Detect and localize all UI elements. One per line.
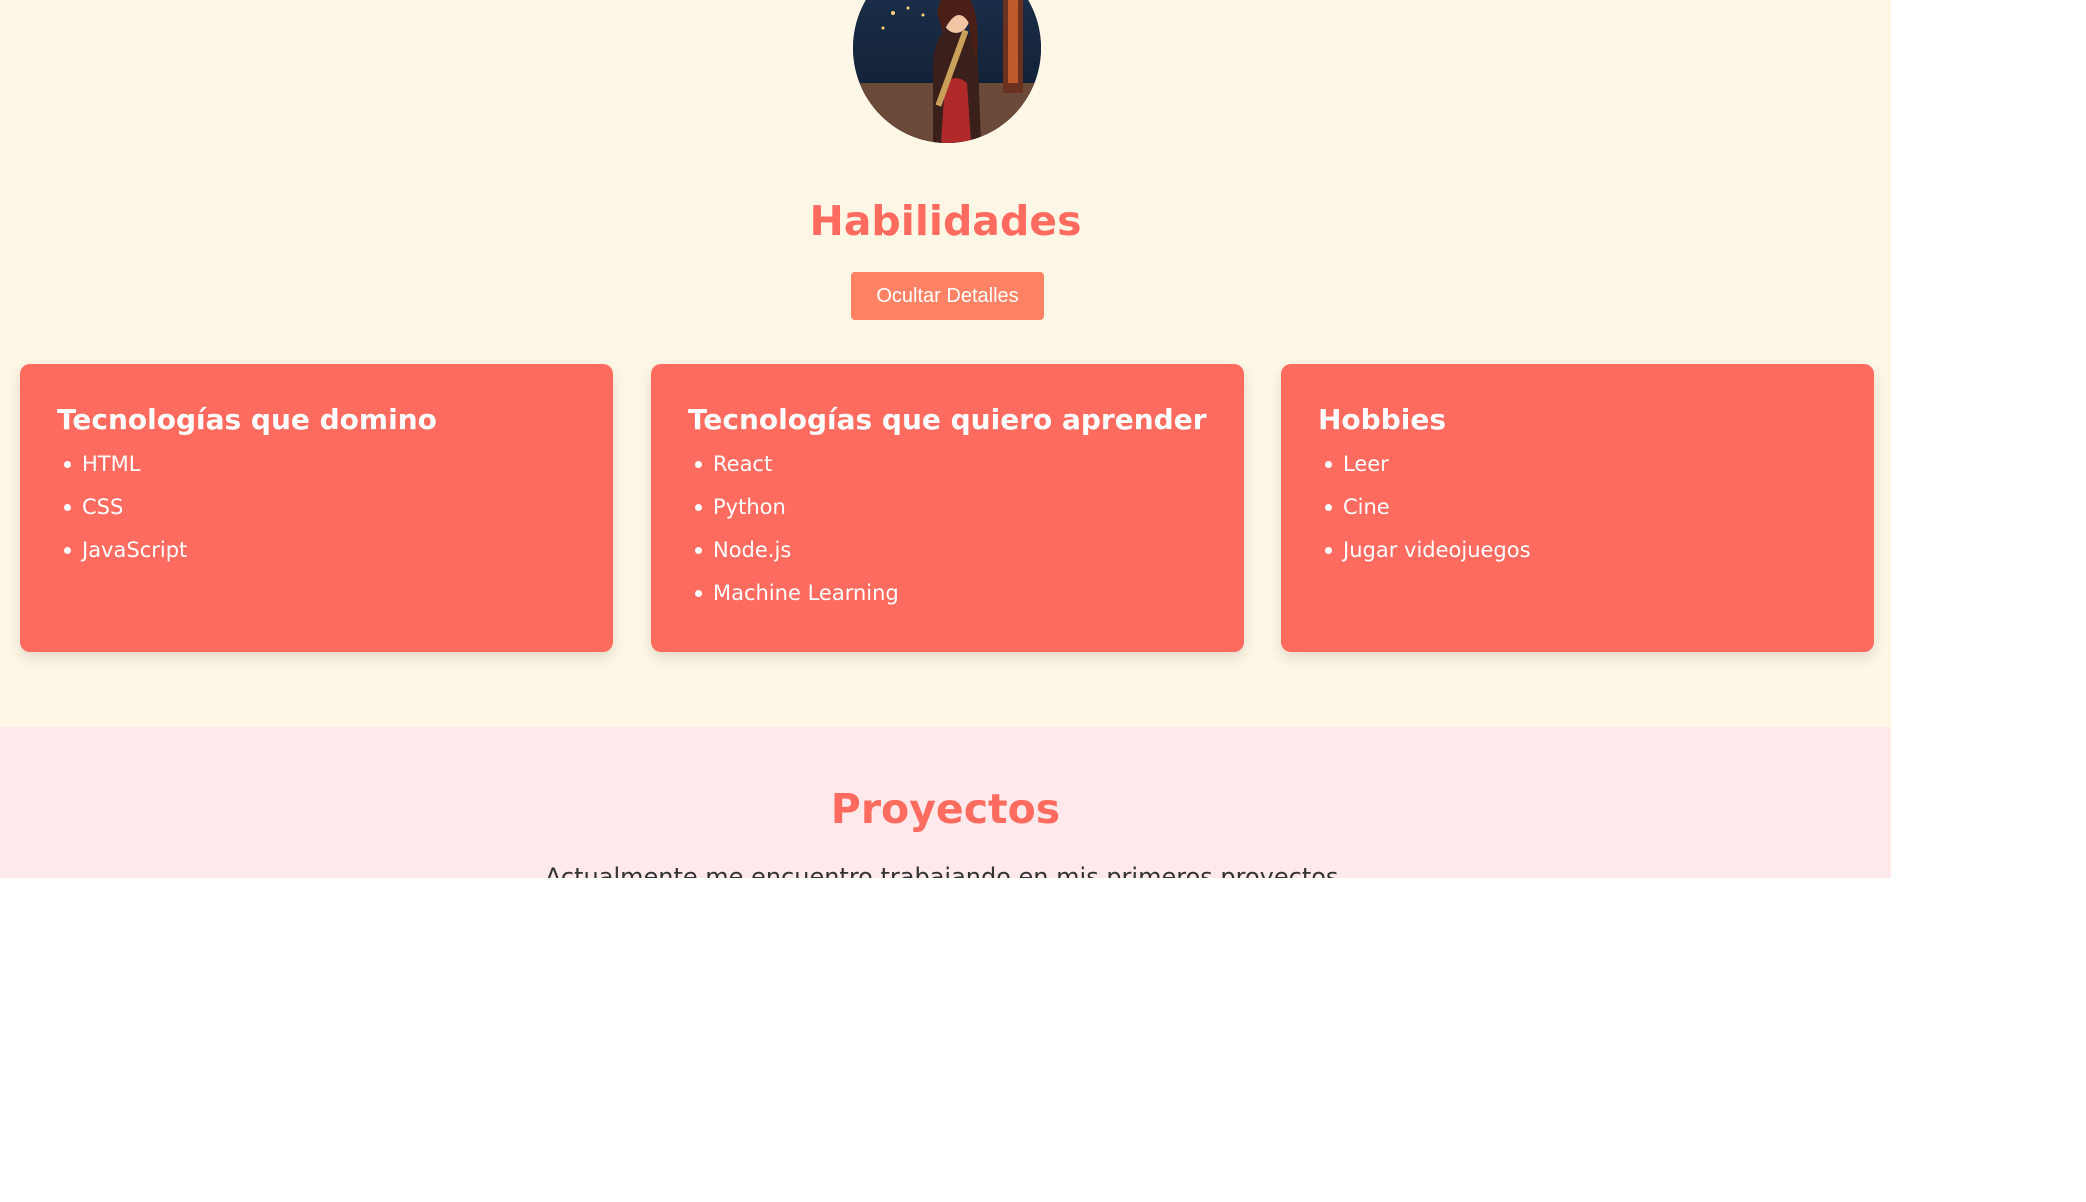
profile-avatar xyxy=(853,0,1041,143)
list-item: Cine xyxy=(1325,486,1837,529)
projects-section: Proyectos Actualmente me encuentro traba… xyxy=(0,727,1891,878)
skills-section: Habilidades Ocultar Detalles Tecnologías… xyxy=(0,0,1891,727)
avatar-illustration xyxy=(853,0,1041,143)
card-list: Leer Cine Jugar videojuegos xyxy=(1318,443,1837,572)
list-item: HTML xyxy=(64,443,576,486)
card-title: Tecnologías que quiero aprender xyxy=(688,403,1207,436)
projects-title: Proyectos xyxy=(830,785,1061,833)
list-item: Leer xyxy=(1325,443,1837,486)
card-title: Hobbies xyxy=(1318,403,1447,436)
list-item: React xyxy=(695,443,1207,486)
skills-card-mastered: Tecnologías que domino HTML CSS JavaScri… xyxy=(20,364,613,652)
list-item: CSS xyxy=(64,486,576,529)
hide-details-button[interactable]: Ocultar Detalles xyxy=(851,272,1044,320)
list-item: Node.js xyxy=(695,529,1207,572)
list-item: Python xyxy=(695,486,1207,529)
list-item: Jugar videojuegos xyxy=(1325,529,1837,572)
card-title: Tecnologías que domino xyxy=(57,403,437,436)
skills-card-to-learn: Tecnologías que quiero aprender React Py… xyxy=(651,364,1244,652)
card-list: React Python Node.js Machine Learning xyxy=(688,443,1207,615)
page-viewport: Habilidades Ocultar Detalles Tecnologías… xyxy=(0,0,1891,878)
list-item: JavaScript xyxy=(64,529,576,572)
skills-card-hobbies: Hobbies Leer Cine Jugar videojuegos xyxy=(1281,364,1874,652)
list-item: Machine Learning xyxy=(695,572,1207,615)
card-list: HTML CSS JavaScript xyxy=(57,443,576,572)
projects-description: Actualmente me encuentro trabajando en m… xyxy=(544,863,1347,878)
skills-title: Habilidades xyxy=(809,197,1082,245)
